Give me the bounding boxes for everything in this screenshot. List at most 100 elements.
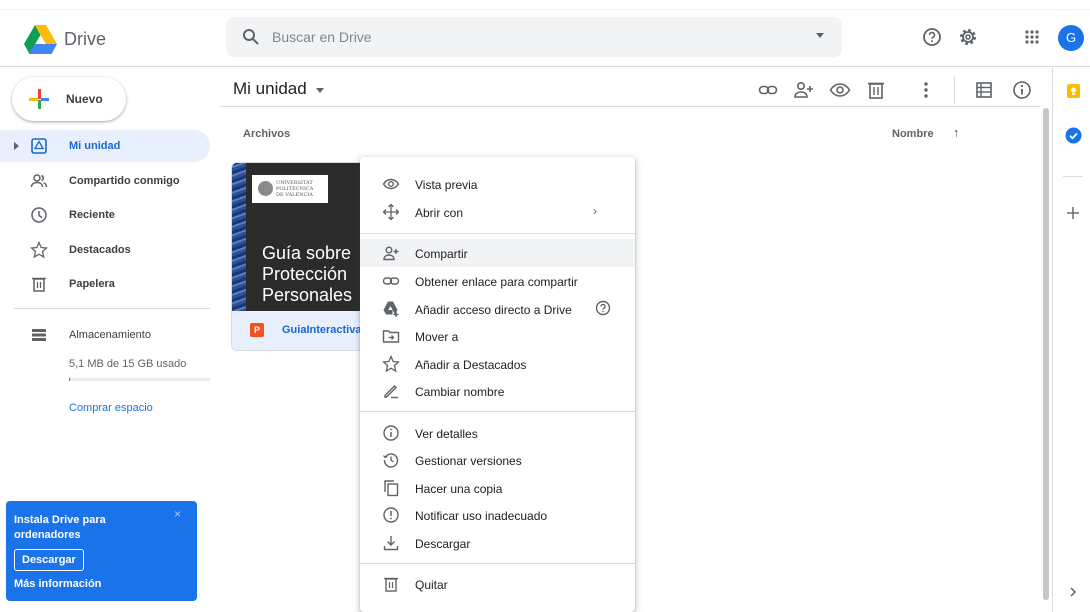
menu-item-add-starred[interactable]: Añadir a Destacados — [360, 350, 635, 378]
menu-item-download[interactable]: Descargar — [360, 529, 635, 557]
history-icon — [383, 453, 399, 468]
menu-item-label: Vista previa — [415, 178, 478, 192]
pencil-icon — [384, 385, 398, 399]
expand-arrow-icon[interactable] — [14, 142, 19, 150]
info-icon — [383, 425, 399, 441]
star-icon — [382, 355, 400, 373]
search-input[interactable]: Buscar en Drive — [272, 29, 372, 45]
university-logo: UNIVERSITAT POLITÈCNICA DE VALÈNCIA — [252, 175, 328, 203]
thumbnail-title-line: Guía sobre — [262, 243, 352, 263]
sidebar-item-storage[interactable]: Almacenamiento — [0, 319, 210, 351]
sidebar: Nuevo Mi unidad Compartido conmigo Recie… — [0, 68, 220, 612]
report-icon — [383, 507, 399, 523]
app-header: Drive Buscar en Drive G — [0, 10, 1090, 67]
close-icon[interactable]: × — [174, 507, 181, 521]
menu-item-versions[interactable]: Gestionar versiones — [360, 446, 635, 474]
new-button-label: Nuevo — [66, 92, 103, 106]
storage-bar — [69, 378, 210, 381]
help-icon[interactable] — [594, 299, 612, 317]
menu-item-label: Descargar — [415, 537, 471, 551]
page-title[interactable]: Mi unidad — [233, 79, 307, 99]
share-icon[interactable] — [792, 78, 816, 102]
menu-item-get-link[interactable]: Obtener enlace para compartir — [360, 267, 635, 295]
sidebar-item-trash[interactable]: Papelera — [0, 268, 210, 300]
trash-icon — [32, 277, 46, 292]
menu-item-move[interactable]: Mover a — [360, 322, 635, 350]
menu-item-label: Cambiar nombre — [415, 385, 505, 399]
menu-item-make-copy[interactable]: Hacer una copia — [360, 474, 635, 502]
search-icon[interactable] — [242, 28, 260, 46]
eye-icon — [382, 178, 400, 190]
sort-by-name[interactable]: Nombre — [892, 128, 934, 140]
download-button[interactable]: Descargar — [14, 549, 84, 571]
shared-people-icon — [30, 174, 48, 188]
sidebar-item-label: Papelera — [69, 278, 115, 290]
storage-usage-text: 5,1 MB de 15 GB usado — [69, 358, 187, 370]
menu-item-report[interactable]: Notificar uso inadecuado — [360, 501, 635, 529]
info-icon[interactable] — [1010, 78, 1034, 102]
chevron-down-icon[interactable] — [316, 88, 324, 93]
toolbar-divider — [954, 76, 955, 104]
menu-item-label: Abrir con — [415, 206, 464, 220]
search-bar[interactable]: Buscar en Drive — [226, 17, 842, 57]
drive-logo-icon[interactable] — [24, 25, 57, 54]
sidebar-item-recent[interactable]: Reciente — [0, 199, 210, 231]
chevron-right-icon: › — [593, 204, 597, 218]
account-avatar[interactable]: G — [1058, 25, 1084, 51]
menu-item-label: Mover a — [415, 330, 459, 344]
eye-icon[interactable] — [828, 78, 852, 102]
context-menu: Vista previa Abrir con › Compartir Obten… — [360, 157, 635, 612]
search-options-icon[interactable] — [816, 33, 824, 38]
menu-item-add-shortcut[interactable]: Añadir acceso directo a Drive — [360, 295, 635, 323]
menu-item-open-with[interactable]: Abrir con › — [360, 198, 635, 226]
copy-icon — [384, 480, 399, 497]
logo-line: DE VALÈNCIA — [276, 192, 313, 198]
menu-divider — [360, 563, 635, 564]
sidebar-item-my-drive[interactable]: Mi unidad — [0, 130, 210, 162]
chevron-right-icon[interactable] — [1068, 586, 1078, 598]
menu-item-share[interactable]: Compartir — [360, 239, 635, 267]
menu-item-details[interactable]: Ver detalles — [360, 419, 635, 447]
side-panel — [1052, 68, 1090, 612]
storage-bar-fill — [69, 378, 70, 381]
settings-gear-icon[interactable] — [956, 25, 980, 49]
download-icon — [383, 536, 399, 551]
link-icon[interactable] — [756, 78, 780, 102]
buy-storage-link[interactable]: Comprar espacio — [69, 402, 153, 414]
sort-direction-icon[interactable]: ↑ — [953, 125, 960, 140]
promo-title: Instala Drive para ordenadores — [14, 514, 106, 541]
more-vert-icon[interactable] — [914, 78, 938, 102]
files-heading: Archivos — [243, 128, 291, 140]
apps-grid-icon[interactable] — [1020, 25, 1044, 49]
menu-divider — [360, 411, 635, 412]
menu-item-label: Obtener enlace para compartir — [415, 275, 578, 289]
trash-icon — [384, 577, 398, 592]
more-info-link[interactable]: Más información — [14, 578, 101, 590]
keep-icon[interactable] — [1066, 83, 1082, 99]
menu-item-label: Hacer una copia — [415, 482, 503, 496]
menu-divider — [360, 233, 635, 234]
list-view-icon[interactable] — [972, 78, 996, 102]
menu-item-label: Compartir — [415, 247, 468, 261]
sidebar-item-label: Mi unidad — [69, 140, 121, 152]
clock-icon — [31, 207, 47, 223]
sidebar-item-starred[interactable]: Destacados — [0, 234, 210, 266]
sidebar-item-label: Reciente — [69, 209, 115, 221]
new-button[interactable]: Nuevo — [12, 77, 126, 121]
tasks-icon[interactable] — [1065, 127, 1082, 144]
add-addon-icon[interactable] — [1066, 206, 1080, 220]
open-with-icon — [382, 203, 400, 221]
menu-item-rename[interactable]: Cambiar nombre — [360, 377, 635, 405]
app-name[interactable]: Drive — [64, 29, 106, 50]
menu-item-label: Notificar uso inadecuado — [415, 509, 548, 523]
thumbnail-decoration — [232, 163, 246, 311]
help-icon[interactable] — [920, 25, 944, 49]
trash-icon[interactable] — [864, 78, 888, 102]
file-name[interactable]: GuiaInteractiva- — [282, 324, 365, 336]
sidebar-item-label: Destacados — [69, 244, 131, 256]
sidebar-item-shared[interactable]: Compartido conmigo — [0, 165, 210, 197]
menu-item-preview[interactable]: Vista previa — [360, 170, 635, 198]
sidebar-item-label: Almacenamiento — [69, 329, 151, 341]
scrollbar[interactable] — [1043, 108, 1049, 600]
menu-item-remove[interactable]: Quitar — [360, 570, 635, 598]
